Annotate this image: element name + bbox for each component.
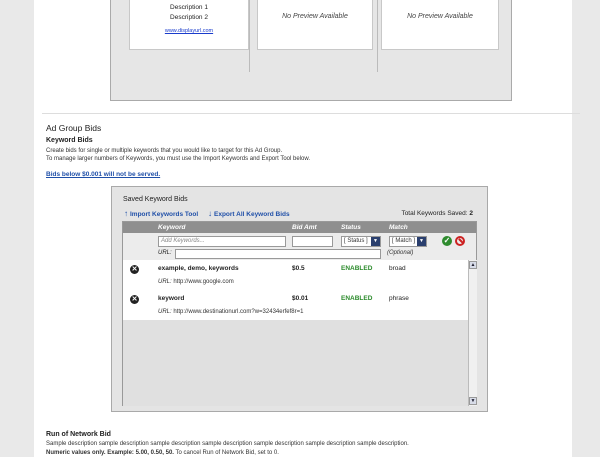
note-bold: Numeric values only. Example: 5.00, 0.50…: [46, 450, 174, 456]
saved-keyword-bids-panel: Saved Keyword Bids ↑ Import Keywords Tool…: [111, 186, 488, 412]
bid-amount-input[interactable]: [292, 236, 333, 247]
keyword-grid: Keyword Bid Amt Status Match Add Keyword…: [122, 221, 477, 406]
remove-icon[interactable]: ✕: [130, 265, 139, 274]
panel-title: Saved Keyword Bids: [123, 196, 188, 203]
import-keywords-label: Import Keywords Tool: [130, 211, 199, 218]
row-match: broad: [389, 265, 406, 272]
intro-text: To manage larger numbers of Keywords, yo…: [46, 156, 311, 162]
scrollbar[interactable]: ▲ ▼: [468, 260, 477, 406]
checkmark-icon[interactable]: ✓: [442, 236, 452, 246]
preview-divider: [377, 0, 378, 72]
ad-preview-mobile: No Preview Available: [381, 0, 499, 50]
total-value: 2: [469, 210, 473, 217]
run-of-network-note: Numeric values only. Example: 5.00, 0.50…: [46, 450, 279, 456]
row-url-value: http://www.google.com: [173, 279, 234, 285]
row-keyword: example, demo, keywords: [158, 265, 239, 272]
col-status[interactable]: Status: [341, 224, 361, 231]
ad-preview-area: Description 1 Description 2 www.displayu…: [110, 0, 512, 101]
remove-icon[interactable]: ✕: [130, 295, 139, 304]
row-url-label: URL:: [158, 279, 172, 285]
ad-description-2: Description 2: [170, 14, 208, 21]
grid-header: Keyword Bid Amt Status Match: [123, 222, 476, 233]
row-status: ENABLED: [341, 265, 373, 272]
preview-divider: [249, 0, 250, 72]
chevron-down-icon: ▼: [417, 237, 426, 246]
row-url: URL: http://www.google.com: [158, 279, 234, 285]
url-label: URL:: [158, 250, 172, 256]
row-bid: $0.5: [292, 265, 305, 272]
row-url-value: http://www.destinationurl.com?w=32434erf…: [173, 309, 304, 315]
ad-description-1: Description 1: [170, 4, 208, 11]
arrow-up-icon: ↑: [124, 209, 128, 218]
row-keyword: keyword: [158, 295, 185, 302]
ad-preview-image: No Preview Available: [257, 0, 373, 50]
match-select[interactable]: [ Match ] ▼: [389, 236, 427, 247]
row-status: ENABLED: [341, 295, 373, 302]
ad-display-url[interactable]: www.displayurl.com: [130, 28, 248, 34]
add-keywords-input[interactable]: Add Keywords...: [158, 236, 286, 247]
run-of-network-title: Run of Network Bid: [46, 431, 111, 438]
scroll-up-icon[interactable]: ▲: [469, 261, 477, 269]
no-preview-text: No Preview Available: [407, 13, 473, 20]
row-url: URL: http://www.destinationurl.com?w=324…: [158, 309, 303, 315]
min-bid-warning-link[interactable]: Bids below $0.001 will not be served.: [46, 171, 160, 178]
ad-preview-text: Description 1 Description 2 www.displayu…: [129, 0, 249, 50]
table-row: ✕ example, demo, keywords $0.5 ENABLED b…: [123, 260, 468, 290]
row-bid: $0.01: [292, 295, 309, 302]
url-input[interactable]: [175, 249, 381, 259]
col-match[interactable]: Match: [389, 224, 408, 231]
status-select-value: [ Status ]: [344, 238, 368, 244]
export-keywords-link[interactable]: ↓ Export All Keyword Bids: [208, 209, 290, 218]
cancel-icon[interactable]: [455, 236, 465, 246]
note-rest: To cancel Run of Network Bid, set to 0.: [173, 450, 279, 456]
add-keyword-row: Add Keywords... [ Status ] ▼ [ Match ] ▼…: [123, 233, 476, 260]
col-bid[interactable]: Bid Amt: [292, 224, 317, 231]
row-match: phrase: [389, 295, 409, 302]
total-label: Total Keywords Saved:: [401, 210, 468, 217]
intro-text: Create bids for single or multiple keywo…: [46, 148, 283, 154]
export-keywords-label: Export All Keyword Bids: [214, 211, 290, 218]
import-keywords-link[interactable]: ↑ Import Keywords Tool: [124, 209, 198, 218]
match-select-value: [ Match ]: [392, 238, 416, 244]
scroll-down-icon[interactable]: ▼: [469, 397, 477, 405]
arrow-down-icon: ↓: [208, 209, 212, 218]
keyword-bids-title: Keyword Bids: [46, 137, 93, 144]
section-divider: [42, 113, 580, 114]
run-of-network-description: Sample description sample description sa…: [46, 441, 409, 447]
keyword-rows: ✕ example, demo, keywords $0.5 ENABLED b…: [123, 260, 468, 406]
optional-label: (Optional): [387, 250, 414, 256]
total-keywords-saved: Total Keywords Saved: 2: [401, 210, 473, 217]
col-keyword[interactable]: Keyword: [158, 224, 185, 231]
row-url-label: URL:: [158, 309, 172, 315]
section-title: Ad Group Bids: [46, 123, 102, 133]
no-preview-text: No Preview Available: [282, 13, 348, 20]
table-row: ✕ keyword $0.01 ENABLED phrase URL: http…: [123, 290, 468, 320]
status-select[interactable]: [ Status ] ▼: [341, 236, 381, 247]
chevron-down-icon: ▼: [371, 237, 380, 246]
